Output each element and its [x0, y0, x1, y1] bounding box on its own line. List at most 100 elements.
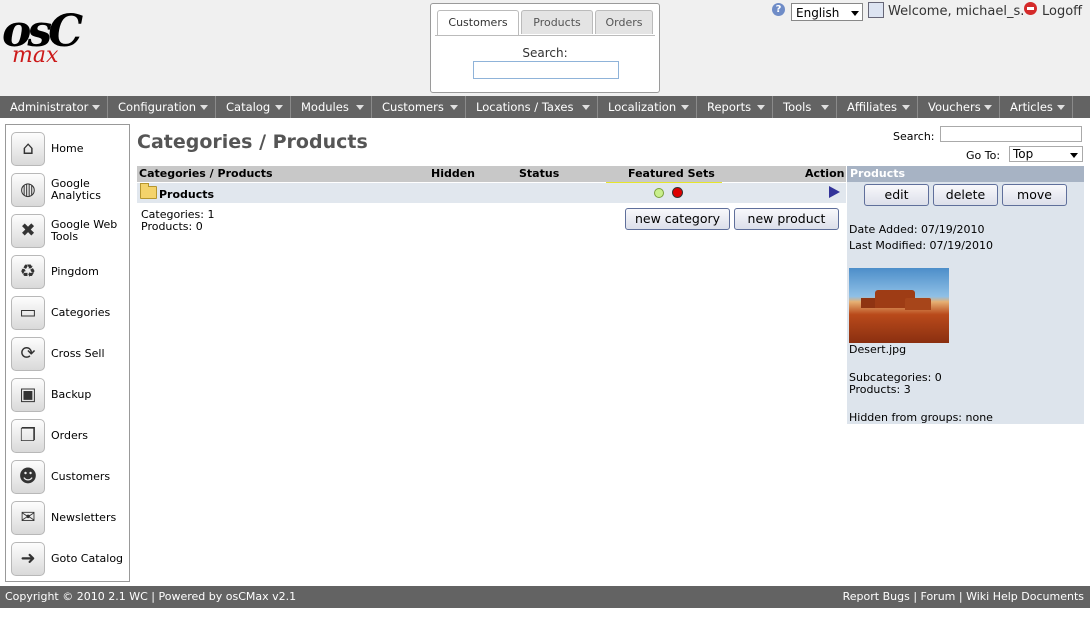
sidebar-item-pingdom[interactable]: ♻ Pingdom	[6, 253, 129, 291]
caret-down-icon	[902, 105, 910, 110]
sidebar-item-categories[interactable]: ▭ Categories	[6, 294, 129, 332]
tab-orders[interactable]: Orders	[595, 10, 653, 34]
image-rock	[861, 298, 875, 308]
logo-subtext: max	[12, 43, 59, 68]
table-row[interactable]: Products	[137, 183, 846, 203]
search-input[interactable]	[940, 126, 1082, 142]
caret-down-icon	[582, 105, 590, 110]
menu-label: Vouchers	[928, 100, 981, 114]
envelope-icon: ✉	[11, 501, 45, 535]
quick-search-label: Search:	[522, 46, 568, 60]
menu-administrator[interactable]: Administrator	[0, 96, 108, 118]
sidebar-item-orders[interactable]: ❐ Orders	[6, 417, 129, 455]
sidebar-item-backup[interactable]: ▣ Backup	[6, 376, 129, 414]
search-label: Search:	[893, 130, 935, 143]
sidebar-item-label: Customers	[51, 470, 111, 483]
caret-down-icon	[757, 105, 765, 110]
column-featured-sets: Featured Sets	[628, 167, 715, 180]
products-count: Products: 0	[141, 220, 203, 233]
menu-label: Tools	[783, 100, 812, 114]
menu-catalog[interactable]: Catalog	[216, 96, 291, 118]
sidebar-item-label: Google Analytics	[51, 177, 101, 202]
menu-configuration[interactable]: Configuration	[108, 96, 216, 118]
delete-button[interactable]: delete	[933, 184, 998, 206]
menu-locations-taxes[interactable]: Locations / Taxes	[466, 96, 598, 118]
main-menu-bar: Administrator Configuration Catalog Modu…	[0, 96, 1090, 118]
column-hidden: Hidden	[431, 167, 476, 180]
menu-articles[interactable]: Articles	[1000, 96, 1073, 118]
menu-label: Customers	[382, 100, 444, 114]
column-categories-products: Categories / Products	[139, 167, 273, 180]
globe-icon: ◍	[11, 173, 45, 207]
floppy-icon: ▣	[11, 378, 45, 412]
footer-copyright: Copyright © 2010 2.1 WC | Powered by osC…	[5, 590, 297, 603]
tab-products[interactable]: Products	[521, 10, 593, 34]
featured-on-icon[interactable]	[654, 188, 664, 198]
logoff-link[interactable]: Logoff	[1042, 4, 1082, 19]
tab-customers[interactable]: Customers	[437, 10, 519, 36]
caret-down-icon	[200, 105, 208, 110]
sidebar-item-label: Cross Sell	[51, 347, 105, 360]
menu-tools[interactable]: Tools	[773, 96, 837, 118]
goto-value: Top	[1013, 147, 1034, 161]
sidebar-item-google-web-tools[interactable]: ✖ Google Web Tools	[6, 212, 129, 250]
selected-arrow-icon[interactable]	[829, 186, 840, 198]
tab-divider	[435, 35, 655, 36]
column-status: Status	[519, 167, 560, 180]
sidebar-item-label: Newsletters	[51, 511, 117, 524]
menu-affiliates[interactable]: Affiliates	[837, 96, 918, 118]
welcome-text: Welcome, michael_s.	[888, 4, 1025, 19]
footer-links[interactable]: Report Bugs | Forum | Wiki Help Document…	[843, 586, 1084, 608]
sidebar-item-customers[interactable]: ☻ Customers	[6, 458, 129, 496]
caret-down-icon	[984, 105, 992, 110]
menu-label: Articles	[1010, 100, 1053, 114]
sidebar-item-label: Categories	[51, 306, 111, 319]
new-category-button[interactable]: new category	[625, 208, 730, 230]
sidebar-item-goto-catalog[interactable]: ➜ Goto Catalog	[6, 540, 129, 578]
home-icon: ⌂	[11, 132, 45, 166]
column-action: Action	[805, 167, 845, 180]
quick-search-box: Customers Products Orders Search:	[430, 3, 660, 93]
info-panel: Products edit delete move Date Added: 07…	[847, 166, 1084, 424]
caret-down-icon	[92, 105, 100, 110]
menu-label: Affiliates	[847, 100, 897, 114]
goto-label: Go To:	[966, 149, 1001, 162]
people-icon: ☻	[11, 460, 45, 494]
sidebar: ⌂ Home ◍ Google Analytics ✖ Google Web T…	[5, 124, 130, 582]
chevron-down-icon	[1070, 153, 1078, 158]
language-select[interactable]: English	[791, 3, 863, 21]
help-icon[interactable]: ?	[772, 3, 785, 16]
menu-vouchers[interactable]: Vouchers	[918, 96, 1000, 118]
sidebar-item-home[interactable]: ⌂ Home	[6, 130, 129, 168]
new-product-button[interactable]: new product	[734, 208, 839, 230]
featured-off-icon[interactable]	[672, 187, 683, 198]
menu-label: Catalog	[226, 100, 271, 114]
logoff-icon[interactable]	[1024, 2, 1037, 15]
menu-label: Reports	[707, 100, 752, 114]
menu-label: Administrator	[10, 100, 89, 114]
products-count: Products: 3	[849, 383, 911, 396]
sidebar-item-newsletters[interactable]: ✉ Newsletters	[6, 499, 129, 537]
folder-icon[interactable]	[140, 183, 157, 199]
row-name[interactable]: Products	[159, 188, 214, 201]
menu-label: Configuration	[118, 100, 196, 114]
menu-reports[interactable]: Reports	[697, 96, 773, 118]
sidebar-item-cross-sell[interactable]: ⟳ Cross Sell	[6, 335, 129, 373]
move-button[interactable]: move	[1002, 184, 1067, 206]
tools-icon: ✖	[11, 214, 45, 248]
sidebar-item-google-analytics[interactable]: ◍ Google Analytics	[6, 171, 129, 209]
category-counts: Categories: 1 Products: 0	[141, 209, 215, 233]
oscmax-logo[interactable]: osC max	[2, 10, 84, 72]
quick-search-input[interactable]	[473, 61, 619, 79]
refresh-icon: ⟳	[11, 337, 45, 371]
caret-down-icon	[681, 105, 689, 110]
edit-button[interactable]: edit	[864, 184, 929, 206]
arrow-right-icon: ➜	[11, 542, 45, 576]
goto-select[interactable]: Top	[1009, 146, 1083, 162]
caret-down-icon	[275, 105, 283, 110]
menu-modules[interactable]: Modules	[291, 96, 372, 118]
menu-localization[interactable]: Localization	[598, 96, 697, 118]
menu-customers[interactable]: Customers	[372, 96, 466, 118]
sidebar-item-label: Pingdom	[51, 265, 99, 278]
date-added: Date Added: 07/19/2010	[849, 223, 985, 236]
